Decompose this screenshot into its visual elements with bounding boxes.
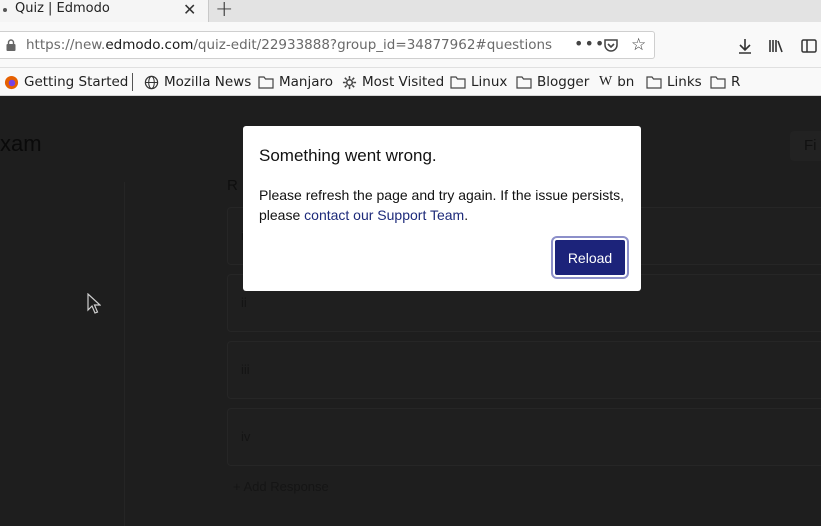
bookmark-linux[interactable]: Linux bbox=[450, 72, 507, 92]
folder-icon bbox=[710, 76, 726, 89]
bookmark-star-icon[interactable]: ☆ bbox=[631, 35, 646, 55]
download-icon[interactable] bbox=[737, 38, 753, 54]
firefox-icon bbox=[4, 75, 19, 89]
bookmark-r[interactable]: R bbox=[710, 72, 740, 92]
globe-icon bbox=[144, 75, 159, 89]
tab-title: Quiz | Edmodo bbox=[15, 1, 110, 16]
tab-close-icon[interactable]: ✕ bbox=[183, 0, 196, 19]
mouse-cursor-icon bbox=[87, 293, 101, 314]
wikipedia-icon: W bbox=[599, 74, 613, 89]
sidebar-icon[interactable] bbox=[801, 38, 817, 54]
dialog-title: Something went wrong. bbox=[259, 146, 437, 165]
bookmark-blogger[interactable]: Blogger bbox=[516, 72, 589, 92]
navigation-bar: https://new.edmodo.com/quiz-edit/2293388… bbox=[0, 22, 821, 68]
response-field[interactable]: iii bbox=[227, 341, 821, 399]
folder-icon bbox=[516, 76, 532, 89]
bookmark-mozilla-news[interactable]: Mozilla News bbox=[144, 72, 251, 92]
browser-tab[interactable]: Quiz | Edmodo ✕ bbox=[0, 0, 209, 22]
library-icon[interactable] bbox=[768, 38, 784, 54]
folder-icon bbox=[646, 76, 662, 89]
dialog-message: Please refresh the page and try again. I… bbox=[259, 187, 624, 223]
page-title: xam bbox=[0, 131, 42, 156]
bookmark-separator bbox=[132, 73, 133, 91]
url-text[interactable]: https://new.edmodo.com/quiz-edit/2293388… bbox=[26, 37, 552, 53]
bookmark-getting-started[interactable]: Getting Started bbox=[4, 72, 128, 92]
bookmarks-toolbar: Getting Started Mozilla News Manjaro Mos… bbox=[0, 68, 821, 96]
page-actions-icon[interactable]: ••• bbox=[574, 34, 605, 53]
add-response-button[interactable]: + Add Response bbox=[233, 479, 329, 494]
bookmark-bn[interactable]: Wbn bbox=[599, 72, 634, 92]
error-dialog: Something went wrong. Please refresh the… bbox=[243, 126, 641, 291]
url-bar[interactable]: https://new.edmodo.com/quiz-edit/2293388… bbox=[0, 31, 655, 59]
top-right-button[interactable]: Fi bbox=[790, 131, 821, 161]
new-tab-button[interactable]: + bbox=[215, 0, 233, 22]
tab-loading-icon bbox=[3, 8, 7, 12]
sidebar-divider bbox=[124, 182, 125, 526]
pocket-icon[interactable] bbox=[603, 37, 619, 53]
reload-button[interactable]: Reload bbox=[551, 236, 629, 279]
bookmark-most-visited[interactable]: Most Visited bbox=[342, 72, 444, 92]
lock-icon bbox=[6, 39, 16, 51]
support-link[interactable]: contact our Support Team bbox=[304, 207, 464, 223]
folder-icon bbox=[450, 76, 466, 89]
bookmark-manjaro[interactable]: Manjaro bbox=[258, 72, 333, 92]
gear-icon bbox=[342, 75, 357, 89]
response-field[interactable]: iv bbox=[227, 408, 821, 466]
tab-bar: Quiz | Edmodo ✕ + bbox=[0, 0, 821, 22]
responses-heading: R bbox=[227, 177, 238, 194]
folder-icon bbox=[258, 76, 274, 89]
bookmark-links[interactable]: Links bbox=[646, 72, 702, 92]
